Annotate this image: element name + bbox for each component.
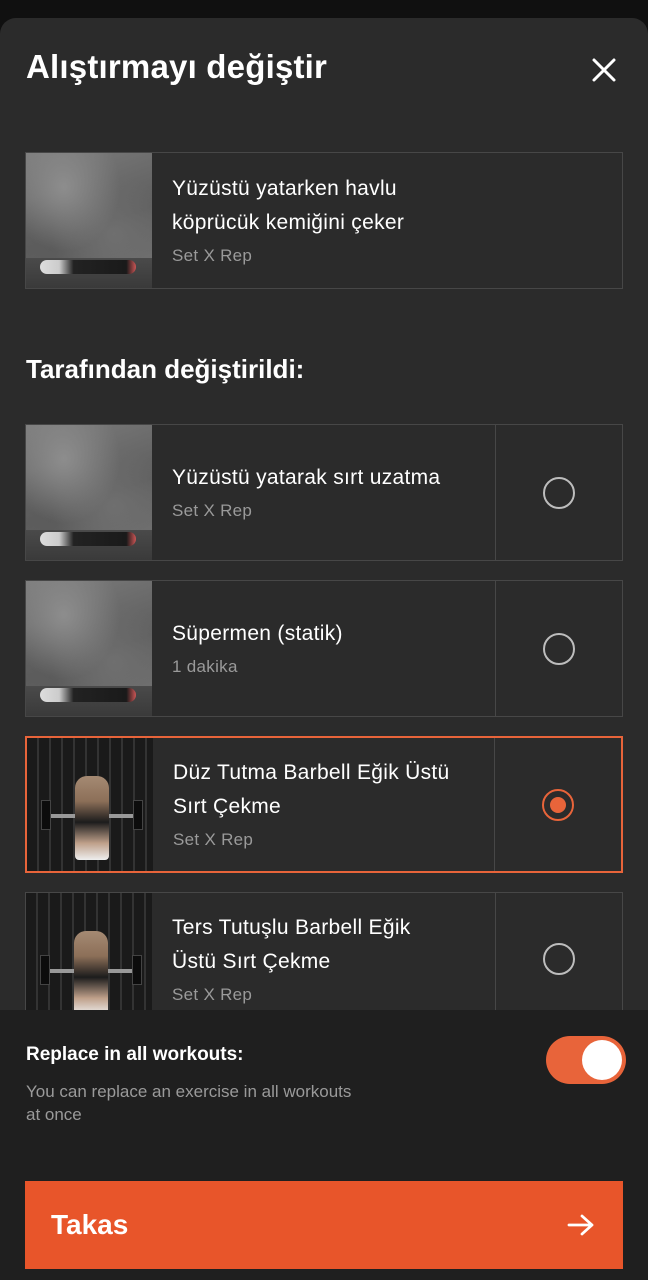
radio-button-checked[interactable] <box>542 788 574 821</box>
replace-all-description-line1: You can replace an exercise in all worko… <box>26 1082 352 1101</box>
radio-cell[interactable] <box>495 581 622 716</box>
exercise-subtitle: Set X Rep <box>172 500 253 520</box>
replace-all-label: Replace in all workouts: <box>26 1044 244 1065</box>
alternative-item-selected[interactable]: Düz Tutma Barbell Eğik Üstü Sırt Çekme S… <box>25 736 623 873</box>
exercise-swap-sheet: Alıştırmayı değiştir Yüzüstü yatarken ha… <box>0 18 648 1280</box>
radio-cell[interactable] <box>495 893 622 1028</box>
alternative-item[interactable]: Ters Tutuşlu Barbell Eğik Üstü Sırt Çekm… <box>25 892 623 1029</box>
exercise-title-line1: Yüzüstü yatarken havlu <box>172 176 397 200</box>
swap-button[interactable]: Takas <box>25 1181 623 1269</box>
exercise-title-line2: köprücük kemiğini çeker <box>172 210 405 234</box>
radio-cell[interactable] <box>494 738 621 871</box>
current-exercise-card: Yüzüstü yatarken havlu köprücük kemiğini… <box>25 152 623 289</box>
exercise-subtitle: Set X Rep <box>172 985 253 1004</box>
exercise-title-line1: Ters Tutuşlu Barbell Eğik <box>172 916 411 939</box>
exercise-subtitle: Set X Rep <box>172 245 253 265</box>
exercise-subtitle: Set X Rep <box>173 829 254 849</box>
exercise-title-line2: Üstü Sırt Çekme <box>172 950 331 973</box>
radio-button[interactable] <box>543 943 575 975</box>
exercise-thumbnail <box>27 738 153 871</box>
swap-button-label: Takas <box>51 1209 129 1240</box>
exercise-thumbnail <box>26 425 152 560</box>
radio-button[interactable] <box>543 632 575 665</box>
section-title: Tarafından değiştirildi: <box>26 354 305 384</box>
alternative-item[interactable]: Süpermen (statik) 1 dakika <box>25 580 623 717</box>
page-title: Alıştırmayı değiştir <box>26 48 328 85</box>
exercise-subtitle: 1 dakika <box>172 656 238 676</box>
exercise-title: Süpermen (statik) <box>172 621 343 645</box>
exercise-title: Yüzüstü yatarak sırt uzatma <box>172 465 441 489</box>
replace-all-description: You can replace an exercise in all worko… <box>26 1080 426 1126</box>
radio-cell[interactable] <box>495 425 622 560</box>
arrow-right-icon <box>567 1214 594 1236</box>
alternative-item[interactable]: Yüzüstü yatarak sırt uzatma Set X Rep <box>25 424 623 561</box>
exercise-title-line2: Sırt Çekme <box>173 794 282 818</box>
close-button[interactable] <box>584 50 624 90</box>
exercise-title-line1: Düz Tutma Barbell Eğik Üstü <box>173 760 450 784</box>
exercise-thumbnail <box>26 581 152 716</box>
toggle-knob <box>582 1040 622 1080</box>
bottom-panel: Replace in all workouts: You can replace… <box>0 1010 648 1280</box>
exercise-thumbnail <box>26 893 152 1028</box>
replace-all-toggle[interactable] <box>546 1036 626 1084</box>
radio-button[interactable] <box>543 476 575 509</box>
exercise-thumbnail <box>26 153 152 288</box>
replace-all-description-line2: at once <box>26 1105 82 1124</box>
close-icon <box>592 58 616 82</box>
